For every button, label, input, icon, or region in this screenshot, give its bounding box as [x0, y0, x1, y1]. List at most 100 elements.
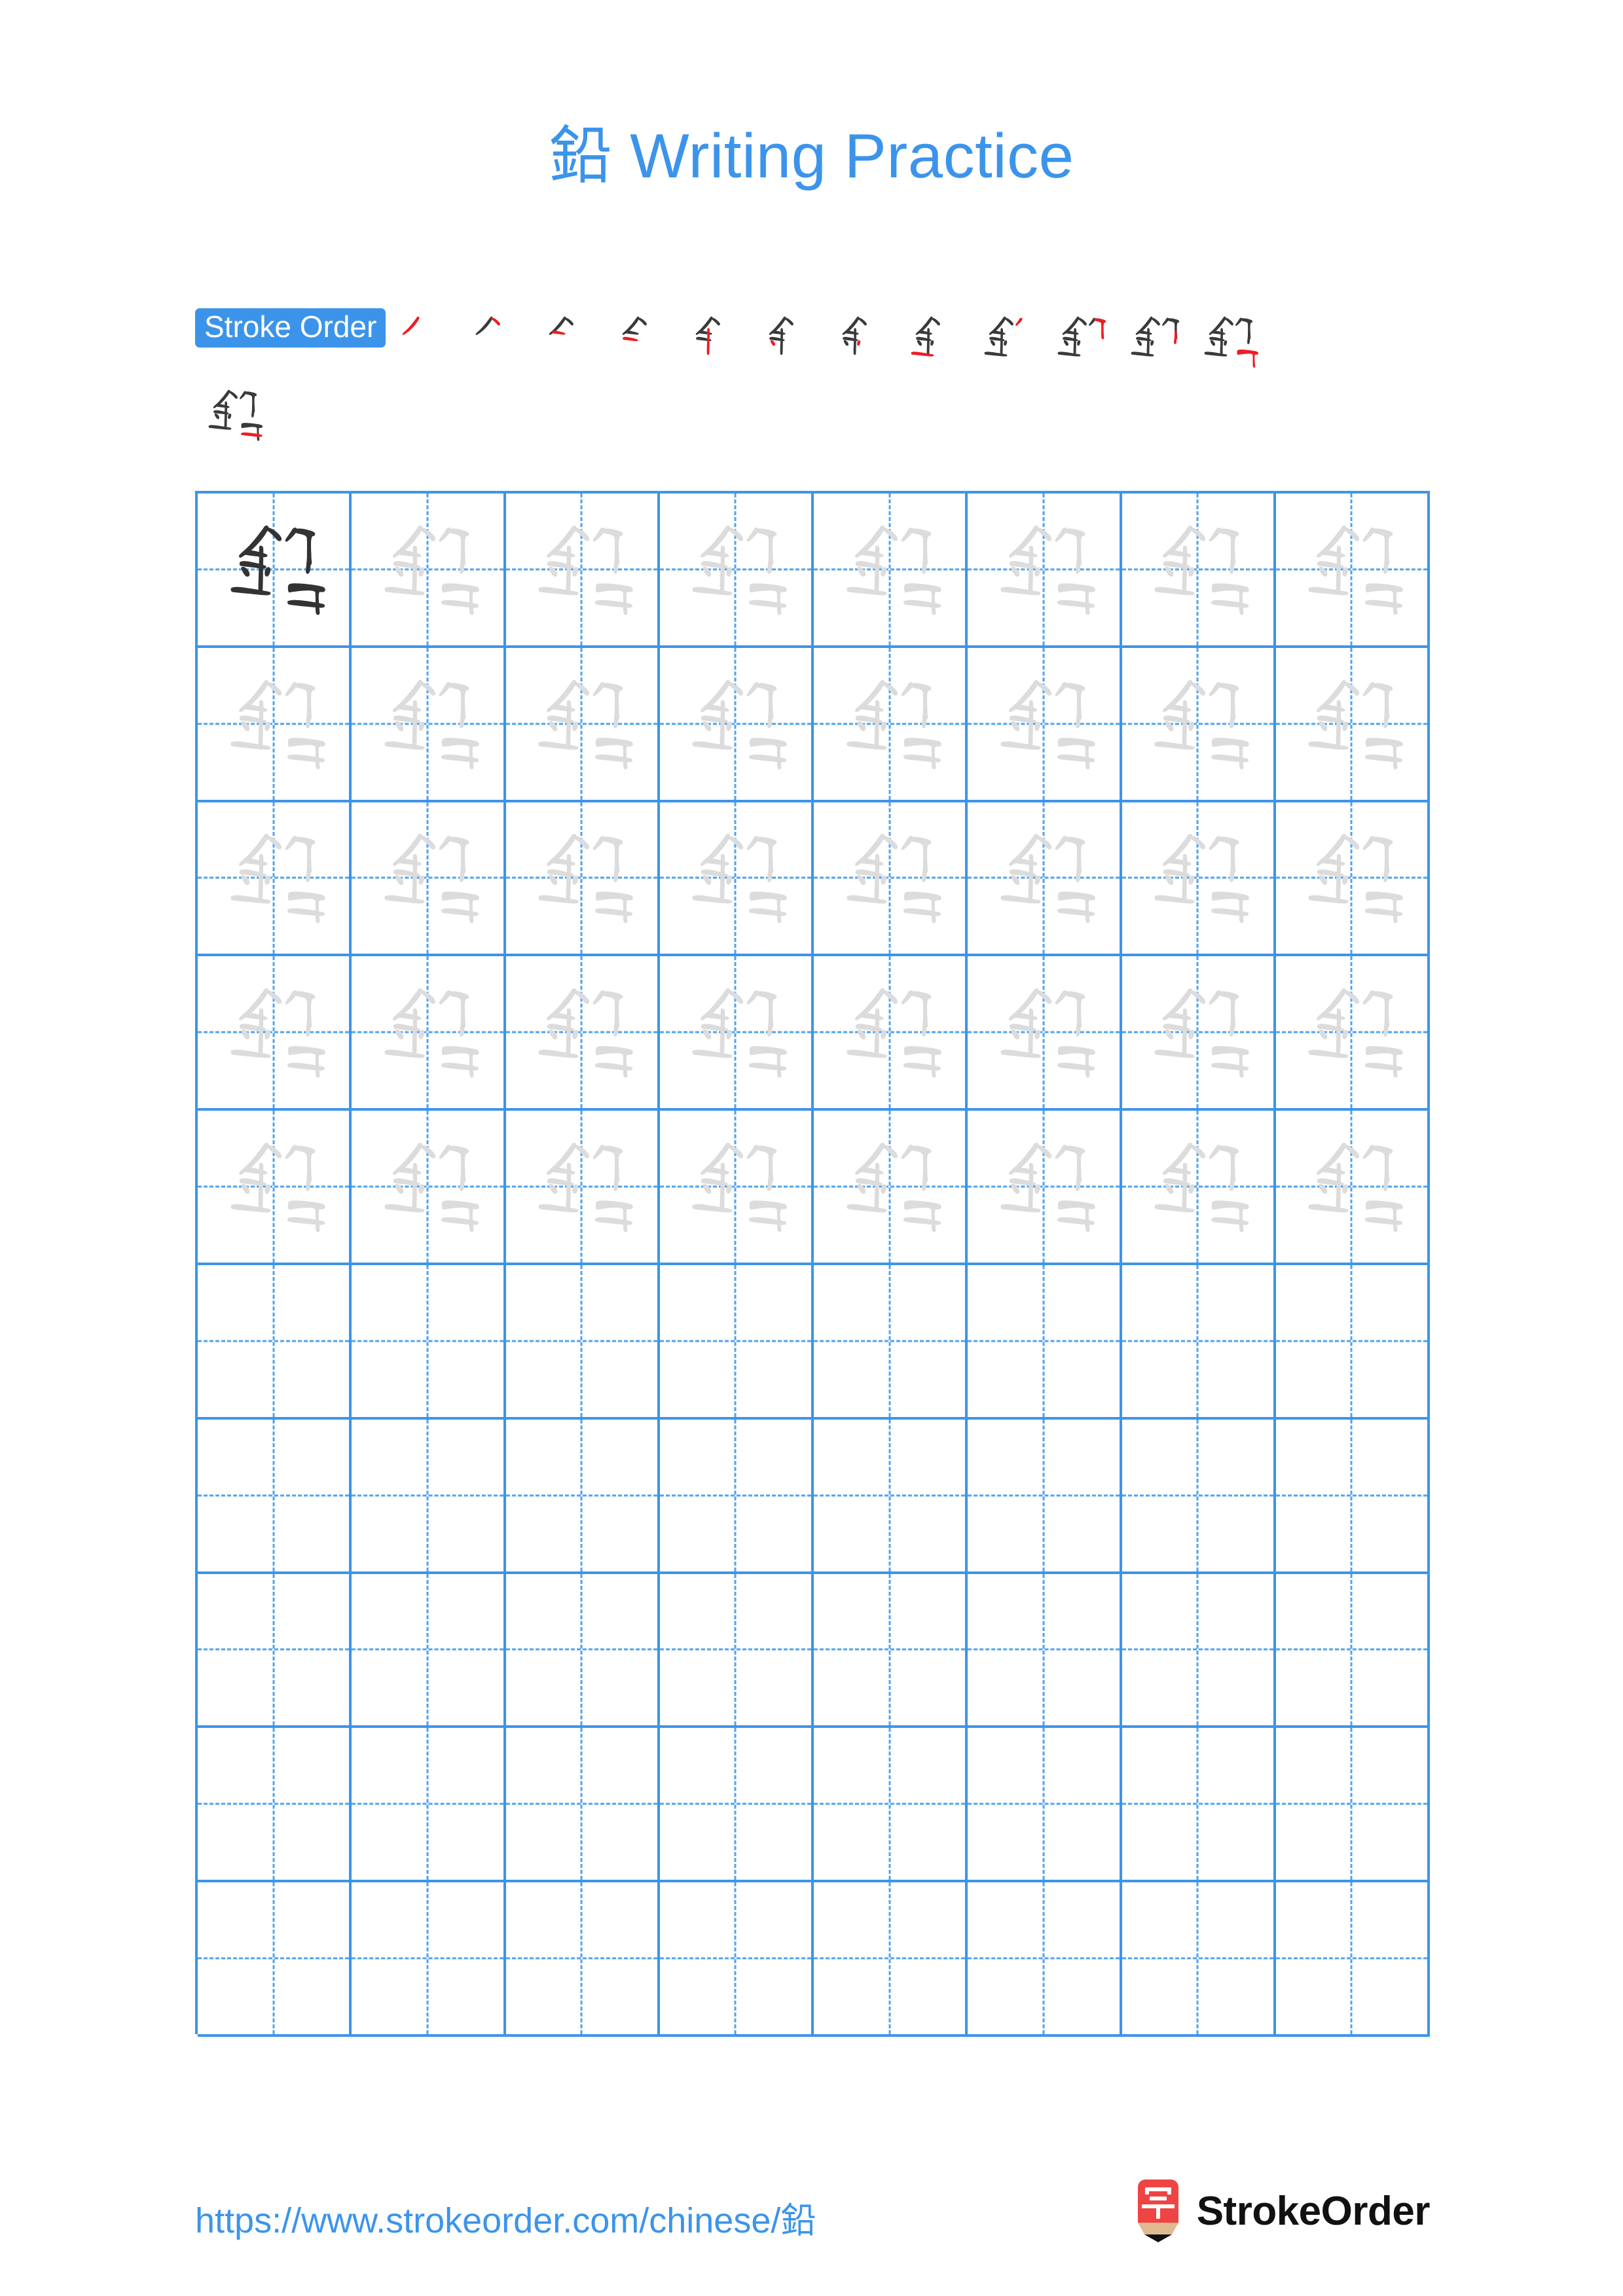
practice-cell-r6-c1[interactable] [198, 1265, 352, 1420]
practice-cell-r5-c7[interactable] [1122, 1111, 1276, 1265]
practice-cell-r4-c7[interactable] [1122, 956, 1276, 1111]
practice-character [352, 956, 503, 1108]
practice-cell-r1-c8[interactable] [1275, 493, 1430, 648]
practice-cell-r1-c6[interactable] [968, 493, 1122, 648]
practice-cell-r10-c7[interactable] [1122, 1882, 1276, 2037]
practice-cell-r8-c5[interactable] [814, 1573, 968, 1729]
practice-cell-r9-c1[interactable] [198, 1728, 352, 1883]
practice-character [968, 493, 1119, 645]
stroke-order-row-1: Stroke Order [195, 305, 1432, 377]
practice-cell-r2-c3[interactable] [505, 647, 660, 802]
practice-cell-r3-c5[interactable] [814, 802, 968, 957]
practice-cell-r7-c4[interactable] [659, 1419, 814, 1574]
practice-character [1122, 802, 1273, 954]
practice-cell-r8-c4[interactable] [659, 1573, 814, 1729]
practice-cell-r8-c2[interactable] [352, 1573, 506, 1729]
practice-character [352, 1111, 503, 1263]
practice-cell-r3-c6[interactable] [968, 802, 1122, 957]
practice-cell-r3-c4[interactable] [659, 802, 814, 957]
grid-row [198, 1111, 1430, 1265]
practice-cell-r9-c7[interactable] [1122, 1728, 1276, 1883]
practice-cell-r8-c8[interactable] [1275, 1573, 1430, 1729]
practice-cell-r6-c8[interactable] [1275, 1265, 1430, 1420]
practice-cell-r5-c6[interactable] [968, 1111, 1122, 1265]
practice-character [660, 956, 811, 1108]
practice-cell-r1-c5[interactable] [814, 493, 968, 648]
practice-cell-r2-c7[interactable] [1122, 647, 1276, 802]
practice-cell-r8-c3[interactable] [505, 1573, 660, 1729]
practice-cell-r7-c2[interactable] [352, 1419, 506, 1574]
practice-cell-r5-c1[interactable] [198, 1111, 352, 1265]
practice-cell-r10-c5[interactable] [814, 1882, 968, 2037]
stroke-order-badge: Stroke Order [195, 308, 386, 348]
practice-cell-r9-c4[interactable] [659, 1728, 814, 1883]
practice-cell-r3-c3[interactable] [505, 802, 660, 957]
practice-cell-r1-c3[interactable] [505, 493, 660, 648]
practice-cell-r4-c1[interactable] [198, 956, 352, 1111]
practice-cell-r6-c2[interactable] [352, 1265, 506, 1420]
practice-cell-r8-c7[interactable] [1122, 1573, 1276, 1729]
practice-cell-r2-c4[interactable] [659, 647, 814, 802]
footer-url-link[interactable]: https://www.strokeorder.com/chinese/鉛 [195, 2191, 816, 2243]
practice-cell-r5-c8[interactable] [1275, 1111, 1430, 1265]
footer: https://www.strokeorder.com/chinese/鉛 St… [0, 2179, 1623, 2265]
practice-cell-r10-c6[interactable] [968, 1882, 1122, 2037]
practice-cell-r6-c7[interactable] [1122, 1265, 1276, 1420]
practice-cell-r3-c8[interactable] [1275, 802, 1430, 957]
practice-cell-r10-c4[interactable] [659, 1882, 814, 2037]
practice-cell-r7-c5[interactable] [814, 1419, 968, 1574]
practice-cell-r2-c1[interactable] [198, 647, 352, 802]
practice-character [968, 648, 1119, 800]
practice-character [1122, 1111, 1273, 1263]
practice-cell-r9-c2[interactable] [352, 1728, 506, 1883]
brand-logo[interactable]: StrokeOrder [1134, 2179, 1431, 2242]
practice-cell-r6-c6[interactable] [968, 1265, 1122, 1420]
practice-cell-r1-c2[interactable] [352, 493, 506, 648]
practice-cell-r6-c4[interactable] [659, 1265, 814, 1420]
practice-cell-r10-c3[interactable] [505, 1882, 660, 2037]
practice-cell-r2-c6[interactable] [968, 647, 1122, 802]
practice-cell-r3-c7[interactable] [1122, 802, 1276, 957]
practice-cell-r9-c8[interactable] [1275, 1728, 1430, 1883]
practice-cell-r1-c1[interactable] [198, 493, 352, 648]
practice-cell-r9-c5[interactable] [814, 1728, 968, 1883]
practice-cell-r4-c5[interactable] [814, 956, 968, 1111]
stroke-step-11 [1119, 305, 1192, 378]
practice-cell-r4-c6[interactable] [968, 956, 1122, 1111]
practice-cell-r9-c3[interactable] [505, 1728, 660, 1883]
practice-cell-r7-c8[interactable] [1275, 1419, 1430, 1574]
practice-cell-r5-c3[interactable] [505, 1111, 660, 1265]
practice-cell-r7-c1[interactable] [198, 1419, 352, 1574]
practice-cell-r3-c1[interactable] [198, 802, 352, 957]
practice-character [198, 1111, 349, 1263]
practice-cell-r6-c5[interactable] [814, 1265, 968, 1420]
practice-cell-r7-c7[interactable] [1122, 1419, 1276, 1574]
practice-cell-r4-c4[interactable] [659, 956, 814, 1111]
practice-cell-r2-c2[interactable] [352, 647, 506, 802]
practice-cell-r7-c6[interactable] [968, 1419, 1122, 1574]
practice-cell-r2-c5[interactable] [814, 647, 968, 802]
practice-cell-r2-c8[interactable] [1275, 647, 1430, 802]
practice-cell-r3-c2[interactable] [352, 802, 506, 957]
practice-cell-r5-c2[interactable] [352, 1111, 506, 1265]
practice-cell-r7-c3[interactable] [505, 1419, 660, 1574]
practice-cell-r8-c1[interactable] [198, 1573, 352, 1729]
stroke-step-12 [1192, 305, 1266, 378]
pencil-logo-icon [1134, 2179, 1182, 2242]
practice-cell-r10-c1[interactable] [198, 1882, 352, 2037]
practice-cell-r1-c4[interactable] [659, 493, 814, 648]
practice-cell-r8-c6[interactable] [968, 1573, 1122, 1729]
practice-character [968, 956, 1119, 1108]
practice-cell-r5-c4[interactable] [659, 1111, 814, 1265]
grid-row [198, 1573, 1430, 1729]
practice-cell-r10-c2[interactable] [352, 1882, 506, 2037]
practice-character [968, 802, 1119, 954]
practice-cell-r9-c6[interactable] [968, 1728, 1122, 1883]
practice-cell-r6-c3[interactable] [505, 1265, 660, 1420]
practice-cell-r5-c5[interactable] [814, 1111, 968, 1265]
practice-cell-r4-c2[interactable] [352, 956, 506, 1111]
practice-cell-r1-c7[interactable] [1122, 493, 1276, 648]
practice-cell-r4-c3[interactable] [505, 956, 660, 1111]
practice-cell-r10-c8[interactable] [1275, 1882, 1430, 2037]
practice-cell-r4-c8[interactable] [1275, 956, 1430, 1111]
